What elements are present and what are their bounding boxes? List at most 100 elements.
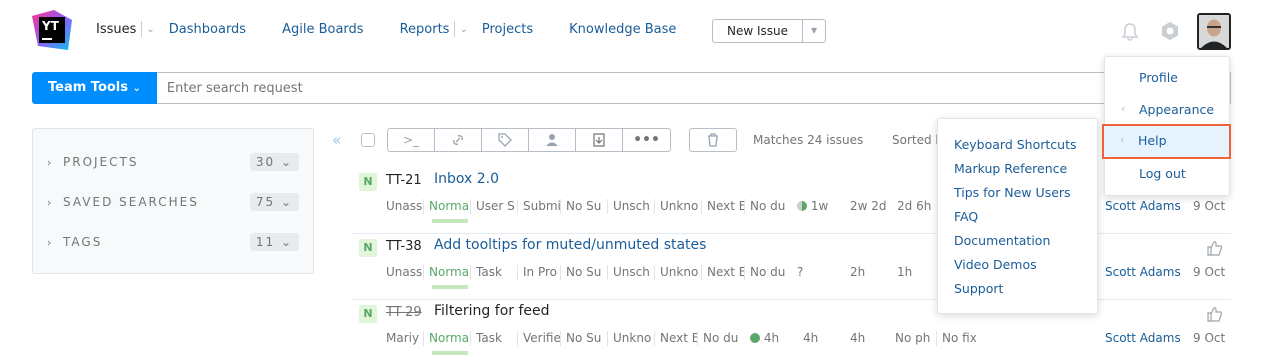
field-estimation[interactable]: ? bbox=[797, 265, 845, 280]
issue-summary[interactable]: Add tooltips for muted/unmuted states bbox=[434, 237, 706, 253]
field-type[interactable]: User S bbox=[476, 199, 518, 214]
delete-icon[interactable] bbox=[689, 128, 737, 152]
issue-id[interactable]: TT-21 bbox=[386, 173, 422, 188]
nav-knowledge-base[interactable]: Knowledge Base bbox=[569, 22, 676, 37]
issue-id[interactable]: TT-29 bbox=[386, 305, 422, 320]
field-spent[interactable]: 4h bbox=[803, 331, 845, 346]
issue-row[interactable]: N TT-38 Add tooltips for muted/unmuted s… bbox=[352, 234, 1231, 300]
field-type[interactable]: Task bbox=[476, 331, 518, 346]
menu-item-profile[interactable]: Profile bbox=[1139, 70, 1178, 85]
issue-summary[interactable]: Filtering for feed bbox=[434, 303, 550, 319]
reporter-link[interactable]: Scott Adams bbox=[1105, 331, 1181, 345]
issue-date: 9 Oct bbox=[1193, 199, 1226, 213]
sidebar-tags[interactable]: › TAGS 11 ⌄ bbox=[47, 232, 299, 252]
tag-icon[interactable] bbox=[482, 129, 529, 151]
menu-item-appearance[interactable]: Appearance bbox=[1139, 102, 1214, 117]
user-avatar[interactable] bbox=[1197, 13, 1231, 50]
field-subsystem[interactable]: No Su bbox=[566, 265, 608, 280]
youtrack-logo[interactable]: YT bbox=[32, 10, 72, 50]
count-selector[interactable]: 11 ⌄ bbox=[249, 233, 299, 251]
nav-agile-boards[interactable]: Agile Boards bbox=[282, 22, 363, 37]
issue-row[interactable]: N TT-21 Inbox 2.0 Unass Norma User S Sub… bbox=[352, 168, 1231, 234]
vote-thumb-icon[interactable] bbox=[1207, 306, 1223, 326]
field-due-date[interactable]: No du bbox=[750, 199, 792, 214]
priority-badge[interactable]: N bbox=[359, 305, 377, 323]
collapse-sidebar-icon[interactable]: « bbox=[332, 131, 341, 149]
priority-badge[interactable]: N bbox=[359, 239, 377, 257]
issue-summary[interactable]: Inbox 2.0 bbox=[434, 171, 499, 187]
field-sprint[interactable]: Unsch bbox=[613, 265, 655, 280]
field-due-date[interactable]: No du bbox=[750, 265, 792, 280]
field-remaining[interactable]: 1h bbox=[897, 265, 937, 280]
field-state[interactable]: In Pro bbox=[523, 265, 561, 280]
move-issue-icon[interactable] bbox=[576, 129, 623, 151]
sort-label[interactable]: Sorted b bbox=[892, 133, 943, 147]
reporter-link[interactable]: Scott Adams bbox=[1105, 265, 1181, 279]
menu-item-logout[interactable]: Log out bbox=[1139, 166, 1186, 181]
field-spent[interactable]: 2h bbox=[850, 265, 892, 280]
nav-reports[interactable]: Reports ⌄ bbox=[400, 21, 468, 37]
sidebar-saved-searches[interactable]: › SAVED SEARCHES 75 ⌄ bbox=[47, 192, 299, 212]
menu-item-video-demos[interactable]: Video Demos bbox=[938, 256, 1097, 280]
menu-item-tips-new-users[interactable]: Tips for New Users bbox=[938, 184, 1097, 208]
menu-item-keyboard-shortcuts[interactable]: Keyboard Shortcuts bbox=[938, 136, 1097, 160]
command-icon[interactable]: >_ bbox=[388, 129, 435, 151]
field-affected[interactable]: Next E bbox=[707, 265, 745, 280]
link-icon[interactable] bbox=[435, 129, 482, 151]
more-options-icon[interactable]: ••• bbox=[623, 129, 670, 151]
menu-item-support[interactable]: Support bbox=[938, 280, 1097, 304]
field-remaining[interactable]: 2d 6h bbox=[897, 199, 937, 214]
field-subsystem[interactable]: No Su bbox=[566, 331, 608, 346]
menu-item-documentation[interactable]: Documentation bbox=[938, 232, 1097, 256]
field-state[interactable]: Submi bbox=[523, 199, 561, 214]
menu-item-markup-reference[interactable]: Markup Reference bbox=[938, 160, 1097, 184]
issue-row[interactable]: N TT-29 Filtering for feed Mariy Norma T… bbox=[352, 300, 1231, 362]
field-due-date[interactable]: No du bbox=[703, 331, 745, 346]
field-fix-version[interactable]: Unkno bbox=[660, 199, 702, 214]
field-state[interactable]: Verifie bbox=[523, 331, 561, 346]
gear-icon[interactable] bbox=[1160, 21, 1180, 45]
select-all-checkbox[interactable] bbox=[361, 133, 375, 147]
bell-icon[interactable] bbox=[1120, 22, 1140, 46]
chevron-down-icon[interactable]: ⌄ bbox=[146, 24, 154, 35]
field-fix-version[interactable]: Unkno bbox=[613, 331, 655, 346]
field-affected[interactable]: Next E bbox=[707, 199, 745, 214]
issue-id[interactable]: TT-38 bbox=[386, 239, 422, 254]
menu-item-faq[interactable]: FAQ bbox=[938, 208, 1097, 232]
search-input[interactable] bbox=[156, 72, 1231, 104]
reporter-link[interactable]: Scott Adams bbox=[1105, 199, 1181, 213]
nav-issues[interactable]: Issues ⌄ bbox=[96, 21, 155, 37]
nav-dashboards[interactable]: Dashboards bbox=[169, 22, 246, 37]
menu-item-help[interactable]: ‹ Help bbox=[1102, 124, 1231, 159]
context-selector-button[interactable]: Team Tools ⌄ bbox=[32, 72, 157, 104]
field-assignee[interactable]: Unass bbox=[386, 265, 424, 280]
field-remaining[interactable]: 4h bbox=[850, 331, 890, 346]
field-priority[interactable]: Norma bbox=[429, 265, 471, 280]
field-affected[interactable]: Next E bbox=[660, 331, 698, 346]
field-spent[interactable]: 2w 2d bbox=[850, 199, 892, 214]
field-type[interactable]: Task bbox=[476, 265, 518, 280]
new-issue-button[interactable]: New Issue bbox=[713, 20, 804, 42]
field-priority[interactable]: Norma bbox=[429, 199, 471, 214]
field-assignee[interactable]: Mariy bbox=[386, 331, 424, 346]
assignee-icon[interactable] bbox=[529, 129, 576, 151]
vote-thumb-icon[interactable] bbox=[1207, 240, 1223, 260]
field-estimation[interactable]: 1w bbox=[797, 199, 845, 214]
field-estimation[interactable]: 4h bbox=[750, 331, 798, 346]
nav-projects[interactable]: Projects bbox=[482, 22, 533, 37]
field-assignee[interactable]: Unass bbox=[386, 199, 424, 214]
priority-badge[interactable]: N bbox=[359, 173, 377, 191]
help-submenu: Keyboard Shortcuts Markup Reference Tips… bbox=[937, 118, 1098, 314]
count-selector[interactable]: 30 ⌄ bbox=[249, 153, 299, 171]
field-subsystem[interactable]: No Su bbox=[566, 199, 608, 214]
caret-down-icon[interactable]: ▼ bbox=[803, 20, 825, 42]
field-fix-version[interactable]: Unkno bbox=[660, 265, 702, 280]
field-phase[interactable]: No ph bbox=[895, 331, 937, 346]
chevron-down-icon[interactable]: ⌄ bbox=[459, 24, 467, 35]
field-fix[interactable]: No fix bbox=[942, 331, 982, 346]
count-selector[interactable]: 75 ⌄ bbox=[249, 193, 299, 211]
chevron-left-icon: ‹ bbox=[1120, 133, 1125, 146]
field-sprint[interactable]: Unsch bbox=[613, 199, 655, 214]
field-priority[interactable]: Norma bbox=[429, 331, 471, 346]
sidebar-projects[interactable]: › PROJECTS 30 ⌄ bbox=[47, 152, 299, 172]
